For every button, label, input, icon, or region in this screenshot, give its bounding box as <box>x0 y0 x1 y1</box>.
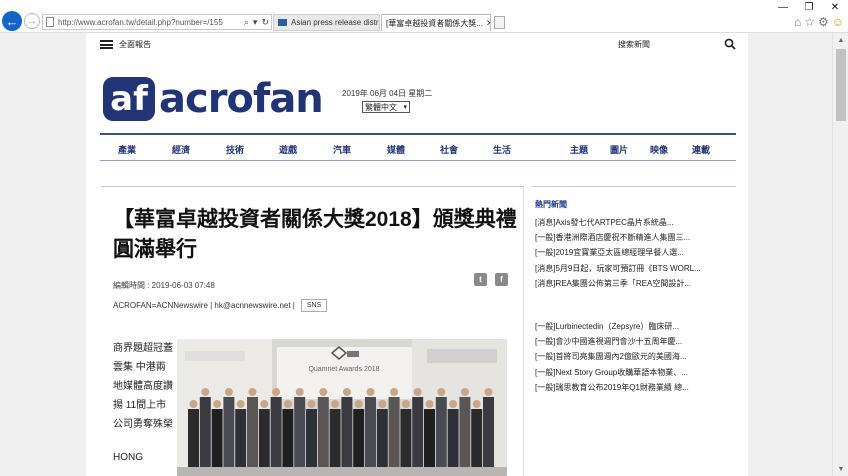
page-content: 全面報告 搜索新聞 af acrofan 2019年 06月 04日 星期二 繁… <box>86 33 748 476</box>
byline: ACROFAN=ACNNewswire | hk@acnnewswire.net… <box>113 299 328 312</box>
browser-tab-inactive[interactable]: Asian press release distribu... <box>273 14 380 31</box>
favicon-icon <box>278 19 287 26</box>
settings-gear-icon[interactable]: ⚙ <box>818 15 829 29</box>
nav-item-tech[interactable]: 技術 <box>226 143 244 156</box>
nav-item-series[interactable]: 連載 <box>692 143 710 156</box>
search-icon[interactable]: ⌕ <box>244 17 249 28</box>
favorites-star-icon[interactable]: ☆ <box>804 15 815 29</box>
latest-news-item[interactable]: [一般]瑞思教育公布2019年Q1財務業績 總... <box>535 382 735 397</box>
address-url: http://www.acrofan.tw/detail.php?number=… <box>58 17 223 27</box>
nav-item-media[interactable]: 媒體 <box>387 143 405 156</box>
scroll-up-icon[interactable]: ▲ <box>833 33 848 47</box>
search-icon[interactable] <box>724 38 736 50</box>
tab-title: [華富卓越投資者關係大獎... <box>386 18 483 28</box>
site-logo[interactable]: af acrofan <box>103 75 324 123</box>
sns-button[interactable]: SNS <box>300 299 328 312</box>
minimize-icon[interactable]: — <box>770 0 796 14</box>
hot-news-item[interactable]: [消息]Axis發七代ARTPEC晶片系統晶... <box>535 217 735 232</box>
language-select[interactable]: 繁體中文 ▾ <box>362 101 410 113</box>
article-headline: 【華富卓越投資者關係大獎2018】頒獎典禮圓滿舉行 <box>113 208 517 261</box>
page-viewport: 全面報告 搜索新聞 af acrofan 2019年 06月 04日 星期二 繁… <box>0 33 832 476</box>
logo-text: acrofan <box>159 76 324 122</box>
twitter-icon[interactable]: t <box>474 273 487 286</box>
new-tab-button[interactable] <box>494 16 505 29</box>
nav-item-economy[interactable]: 經濟 <box>172 143 190 156</box>
edit-time: 編輯時間 : 2019-06-03 07:48 <box>113 281 215 290</box>
nav-item-games[interactable]: 遊戲 <box>279 143 297 156</box>
latest-news-list: [一般]Lurbinectedin（Zepsyre）臨床研... [一般]會沙中… <box>535 321 735 397</box>
nav-item-photos[interactable]: 圖片 <box>610 143 628 156</box>
latest-news-item[interactable]: [一般]Next Story Group收購華語本物業、... <box>535 367 735 382</box>
page-icon <box>46 17 54 27</box>
main-nav: 產業 經濟 技術 遊戲 汽車 媒體 社會 生活 主題 圖片 映像 連載 <box>100 133 736 161</box>
nav-item-video[interactable]: 映像 <box>650 143 668 156</box>
award-ceremony-photo: Quamnet Awards 2018 <box>177 339 507 476</box>
article-body: 商界題超冠蓋雲集 中港兩地媒體高度讚揚 11間上市公司勇奪殊榮 HONG <box>113 339 175 467</box>
nav-item-topics[interactable]: 主題 <box>570 143 588 156</box>
latest-news-item[interactable]: [一般]Lurbinectedin（Zepsyre）臨床研... <box>535 321 735 336</box>
body-paragraph: 商界題超冠蓋雲集 中港兩地媒體高度讚揚 11間上市公司勇奪殊榮 <box>113 343 173 430</box>
body-paragraph: HONG <box>113 452 143 463</box>
search-label[interactable]: 搜索新聞 <box>618 39 650 50</box>
browser-toolbar-icons: ⌂ ☆ ⚙ ☺ <box>794 15 844 29</box>
nav-item-auto[interactable]: 汽車 <box>333 143 351 156</box>
close-icon[interactable]: ✕ <box>822 0 848 14</box>
date-line: 2019年 06月 04日 星期二 <box>342 89 433 98</box>
scroll-down-icon[interactable]: ▼ <box>833 462 848 476</box>
share-buttons: t f <box>474 273 508 286</box>
tab-close-icon[interactable]: ✕ <box>486 18 490 29</box>
hamburger-icon <box>100 40 113 49</box>
chevron-down-icon: ▾ <box>403 104 407 111</box>
scrollbar-thumb[interactable] <box>836 49 846 121</box>
hot-news-title: 熱門新聞 <box>535 200 567 209</box>
browser-chrome: — ❐ ✕ ← → http://www.acrofan.tw/detail.p… <box>0 0 848 33</box>
nav-item-society[interactable]: 社會 <box>440 143 458 156</box>
hot-news-item[interactable]: [消息]REA集團公佈第三季「REA空間設計... <box>535 278 735 293</box>
browser-tab-active[interactable]: [華富卓越投資者關係大獎... ✕ <box>381 14 491 31</box>
article: 【華富卓越投資者關係大獎2018】頒獎典禮圓滿舉行 t f 編輯時間 : 201… <box>101 186 524 476</box>
facebook-icon[interactable]: f <box>495 273 508 286</box>
window-controls: — ❐ ✕ <box>770 0 848 14</box>
nav-item-life[interactable]: 生活 <box>493 143 511 156</box>
hot-news-item[interactable]: [一般]2019宜寶業亞太區總經理早餐人選... <box>535 247 735 262</box>
nav-item-industry[interactable]: 產業 <box>118 143 136 156</box>
forward-button[interactable]: → <box>24 13 40 29</box>
address-bar[interactable]: http://www.acrofan.tw/detail.php?number=… <box>42 14 272 30</box>
menu-label: 全面報告 <box>119 40 151 49</box>
byline-text: ACROFAN=ACNNewswire | hk@acnnewswire.net… <box>113 301 295 310</box>
tab-title: Asian press release distribu... <box>291 18 379 27</box>
latest-news-item[interactable]: [一般]會沙中國進視週門會沙十五周年慶... <box>535 336 735 351</box>
smiley-feedback-icon[interactable]: ☺ <box>832 15 844 29</box>
hot-news-item[interactable]: [消息]5月9日起，玩家可預訂冊《BTS WORL... <box>535 263 735 278</box>
dropdown-icon[interactable]: ▾ <box>253 17 258 28</box>
home-icon[interactable]: ⌂ <box>794 15 801 29</box>
hot-news-item[interactable]: [一般]香港洲際酒店慶祝不斷精進人集團三... <box>535 232 735 247</box>
hot-news-list: [消息]Axis發七代ARTPEC晶片系統晶... [一般]香港洲際酒店慶祝不斷… <box>535 217 735 293</box>
sidebar: 熱門新聞 [消息]Axis發七代ARTPEC晶片系統晶... [一般]香港洲際酒… <box>532 186 736 476</box>
vertical-scrollbar[interactable]: ▲ ▼ <box>832 33 848 476</box>
latest-news-item[interactable]: [一般]首將司亮集團週內2億歐元的美國海... <box>535 351 735 366</box>
top-bar: 全面報告 搜索新聞 <box>100 38 736 53</box>
restore-icon[interactable]: ❐ <box>796 0 822 14</box>
article-photo: Quamnet Awards 2018 <box>177 339 507 476</box>
logo-mark: af <box>103 77 155 121</box>
photo-backdrop-text: Quamnet Awards 2018 <box>308 366 379 373</box>
menu-button[interactable]: 全面報告 <box>100 39 151 50</box>
language-value: 繁體中文 <box>365 102 397 112</box>
refresh-icon[interactable]: ↻ <box>261 17 269 28</box>
back-button[interactable]: ← <box>2 11 22 31</box>
